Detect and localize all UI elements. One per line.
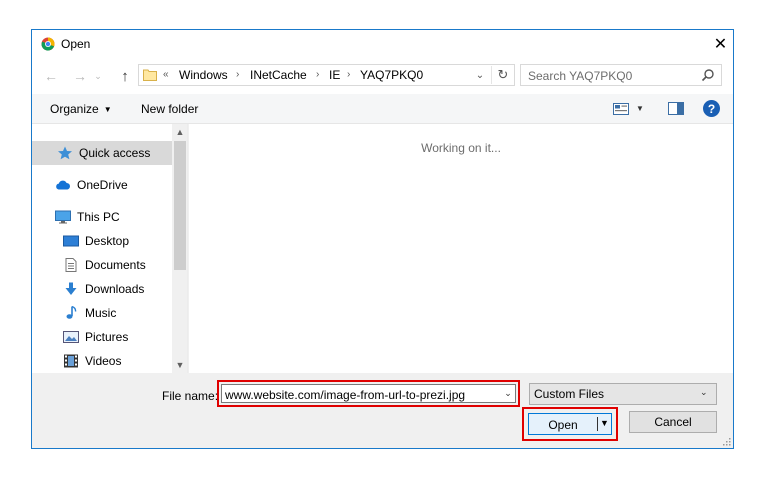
sidebar-item-label: Quick access <box>79 146 151 160</box>
desktop-icon <box>63 235 79 247</box>
file-name-label: File name: <box>162 389 219 403</box>
breadcrumb-windows[interactable]: Windows <box>179 68 228 82</box>
caret-down-icon[interactable]: ▼ <box>600 418 609 428</box>
file-type-value: Custom Files <box>534 387 605 401</box>
search-box[interactable] <box>520 64 722 86</box>
sidebar-item-label: Videos <box>85 354 122 368</box>
sidebar-item-pictures[interactable]: Pictures <box>32 325 172 349</box>
search-icon <box>701 69 714 82</box>
close-icon: ✕ <box>713 36 728 53</box>
chevron-down-icon: ⌄ <box>94 70 102 81</box>
file-name-area: File name: ⌄ Custom Files ⌄ Open ▼ Cance… <box>32 373 733 448</box>
address-dropdown-button[interactable]: ⌄ <box>473 67 487 83</box>
sidebar-item-label: Music <box>85 306 117 320</box>
file-name-input[interactable] <box>222 385 502 404</box>
forward-button[interactable]: → <box>69 65 91 87</box>
scroll-thumb[interactable] <box>174 141 186 270</box>
chevron-down-icon: ⌄ <box>475 69 485 81</box>
breadcrumb-separator[interactable]: › <box>347 69 350 80</box>
command-toolbar: Organize ▼ New folder ▼ ? <box>32 94 733 124</box>
address-bar[interactable]: « Windows › INetCache › IE › YAQ7PKQ0 ⌄ … <box>138 64 515 86</box>
breadcrumb-yaq7pkq0[interactable]: YAQ7PKQ0 <box>360 68 423 82</box>
file-list-area[interactable]: Working on it... <box>189 124 733 373</box>
pictures-icon <box>63 331 79 343</box>
chevron-up-icon: ▲ <box>175 127 185 137</box>
sidebar-item-downloads[interactable]: Downloads <box>32 277 172 301</box>
file-name-dropdown-button[interactable]: ⌄ <box>501 386 515 401</box>
file-name-highlight: ⌄ <box>217 380 520 407</box>
loading-status-text: Working on it... <box>421 141 501 155</box>
refresh-icon: ↻ <box>497 67 509 82</box>
sidebar-item-label: Desktop <box>85 234 130 248</box>
sidebar-item-documents[interactable]: Documents <box>32 253 172 277</box>
scroll-down-button[interactable]: ▼ <box>172 357 187 373</box>
cloud-icon <box>56 180 70 190</box>
sidebar-item-quick-access[interactable]: Quick access <box>32 141 172 165</box>
search-input[interactable] <box>522 66 706 86</box>
caret-down-icon: ▼ <box>103 105 112 114</box>
breadcrumb-separator[interactable]: › <box>236 69 239 80</box>
star-icon <box>58 146 72 160</box>
sidebar-item-this-pc[interactable]: This PC <box>32 205 172 229</box>
arrow-right-icon: → <box>73 68 87 84</box>
preview-pane-icon[interactable] <box>668 102 684 115</box>
sidebar-item-onedrive[interactable]: OneDrive <box>32 173 172 197</box>
open-button[interactable]: Open ▼ <box>528 413 612 435</box>
chrome-icon <box>41 37 55 51</box>
back-button[interactable]: ← <box>40 65 62 87</box>
chevron-down-icon: ▼ <box>175 360 185 370</box>
refresh-button[interactable]: ↻ <box>491 66 514 84</box>
new-folder-button[interactable]: New folder <box>141 102 198 116</box>
sidebar-item-label: Downloads <box>85 282 145 296</box>
open-dialog: Open ✕ ← → ⌄ ↑ « Windows › INetCache › I… <box>31 29 734 449</box>
cancel-button[interactable]: Cancel <box>629 411 717 433</box>
documents-icon <box>65 258 77 272</box>
window-title: Open <box>61 37 91 51</box>
videos-icon <box>64 354 78 368</box>
sidebar-item-label: Documents <box>85 258 146 272</box>
recent-locations-button[interactable]: ⌄ <box>92 65 104 87</box>
arrow-up-icon: ↑ <box>121 67 129 85</box>
breadcrumb-inetcache[interactable]: INetCache <box>250 68 307 82</box>
arrow-left-icon: ← <box>44 68 58 84</box>
close-button[interactable]: ✕ <box>708 30 733 58</box>
sidebar-item-desktop[interactable]: Desktop <box>32 229 172 253</box>
navigation-pane: Quick access OneDrive This PC Desktop Do… <box>32 124 188 373</box>
change-view-icon[interactable] <box>613 103 629 115</box>
open-button-highlight: Open ▼ <box>522 407 618 441</box>
sidebar-item-label: This PC <box>77 210 120 224</box>
split-divider <box>597 417 598 431</box>
computer-icon <box>55 210 71 224</box>
breadcrumb-overflow[interactable]: « <box>163 69 169 80</box>
breadcrumb-ie[interactable]: IE <box>329 68 340 82</box>
navigation-scrollbar[interactable]: ▲ ▼ <box>172 124 187 373</box>
open-button-label: Open <box>548 418 578 432</box>
organize-label: Organize <box>50 102 99 116</box>
download-icon <box>65 282 77 295</box>
sidebar-item-label: OneDrive <box>77 178 128 192</box>
music-icon <box>66 306 77 319</box>
chevron-down-icon: ⌄ <box>504 388 512 398</box>
title-bar: Open ✕ <box>32 30 733 58</box>
scroll-up-button[interactable]: ▲ <box>172 124 187 140</box>
folder-icon <box>143 69 157 81</box>
sidebar-item-label: Pictures <box>85 330 129 344</box>
chevron-down-icon: ⌄ <box>700 387 708 397</box>
file-name-combobox[interactable]: ⌄ <box>221 384 516 404</box>
resize-grip-icon[interactable] <box>722 437 731 446</box>
file-type-select[interactable]: Custom Files ⌄ <box>529 383 717 405</box>
views-dropdown-icon[interactable]: ▼ <box>636 104 644 113</box>
organize-button[interactable]: Organize ▼ <box>50 102 112 116</box>
breadcrumb-separator[interactable]: › <box>316 69 319 80</box>
help-icon[interactable]: ? <box>703 100 720 117</box>
navigation-bar: ← → ⌄ ↑ « Windows › INetCache › IE › YAQ… <box>32 58 733 94</box>
up-button[interactable]: ↑ <box>114 65 136 87</box>
sidebar-item-music[interactable]: Music <box>32 301 172 325</box>
sidebar-item-videos[interactable]: Videos <box>32 349 172 373</box>
